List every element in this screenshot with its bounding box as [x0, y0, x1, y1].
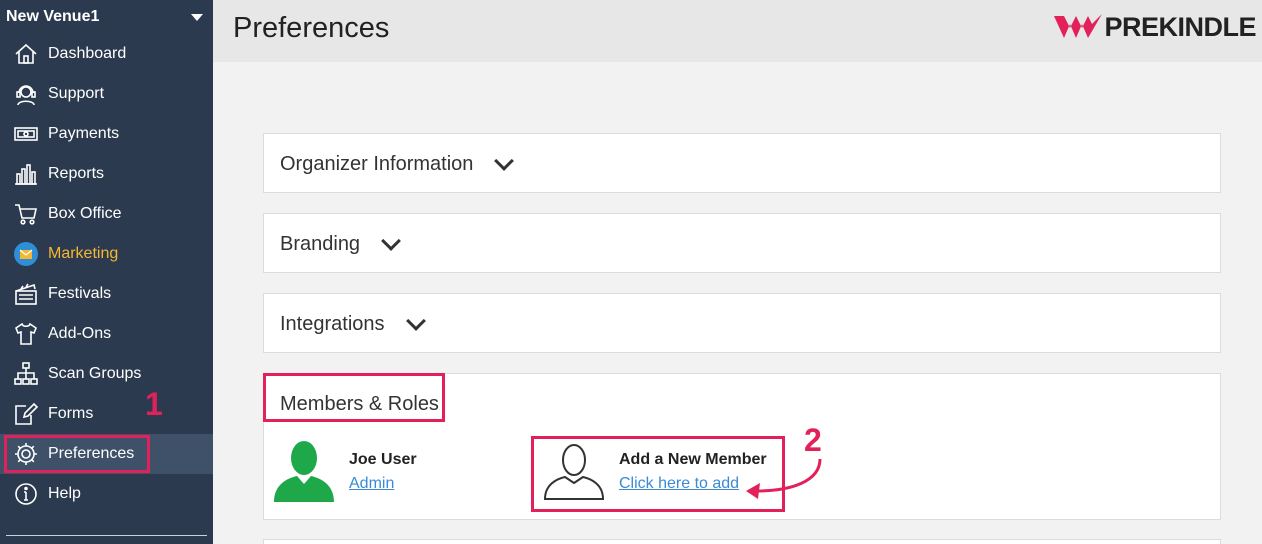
section-organizer-information[interactable]: Organizer Information	[263, 133, 1221, 193]
section-next	[263, 539, 1221, 544]
sidebar-item-label: Dashboard	[48, 45, 127, 62]
hierarchy-icon	[12, 360, 40, 388]
chevron-down-icon[interactable]	[405, 310, 426, 331]
sidebar-item-box-office[interactable]: Box Office	[0, 194, 213, 234]
edit-form-icon	[12, 400, 40, 428]
sidebar-item-marketing[interactable]: Marketing	[0, 234, 213, 274]
chevron-down-icon[interactable]	[381, 230, 401, 251]
sidebar-item-forms[interactable]: Forms	[0, 394, 213, 434]
sidebar-item-help[interactable]: Help	[0, 474, 213, 514]
user-avatar-icon	[274, 441, 334, 502]
mail-icon	[12, 240, 40, 268]
bar-chart-icon	[12, 160, 40, 188]
venue-name: New Venue1	[6, 8, 100, 25]
tshirt-icon	[12, 320, 40, 348]
sidebar-item-label: Box Office	[48, 205, 122, 222]
highlight-box	[263, 373, 445, 422]
info-icon	[12, 480, 40, 508]
sidebar-item-scan-groups[interactable]: Scan Groups	[0, 354, 213, 394]
flame-logo-icon	[1054, 14, 1103, 38]
highlight-box	[4, 435, 150, 473]
section-title: Branding	[280, 233, 361, 255]
member-name: Joe User	[349, 451, 417, 468]
arrow-icon	[746, 458, 822, 499]
chevron-down-icon[interactable]	[494, 150, 515, 171]
sidebar-item-label: Marketing	[48, 245, 119, 262]
sidebar-item-reports[interactable]: Reports	[0, 154, 213, 194]
page-header: Preferences PREKINDLE	[213, 0, 1262, 62]
user-outline-icon	[543, 444, 605, 500]
sidebar-item-dashboard[interactable]: Dashboard	[0, 34, 213, 74]
annotation-1: 1	[145, 386, 163, 422]
cart-icon	[12, 200, 40, 228]
add-member-link[interactable]: Click here to add	[619, 475, 739, 492]
section-title: Integrations	[280, 313, 385, 335]
caret-down-icon[interactable]	[191, 13, 203, 21]
sidebar-item-add-ons[interactable]: Add-Ons	[0, 314, 213, 354]
sidebar-item-label: Reports	[48, 165, 105, 182]
cash-icon	[12, 120, 40, 148]
add-member-card[interactable]: Add a New Member Click here to add	[542, 443, 767, 501]
sidebar-item-label: Support	[48, 85, 105, 102]
annotation-2: 2	[804, 422, 822, 458]
sidebar-item-label: Festivals	[48, 285, 112, 302]
sidebar-item-payments[interactable]: Payments	[0, 114, 213, 154]
sidebar-item-label: Scan Groups	[48, 365, 142, 382]
section-branding[interactable]: Branding	[263, 213, 1221, 273]
sidebar-item-label: Add-Ons	[48, 325, 112, 342]
member-role-link[interactable]: Admin	[349, 475, 394, 492]
section-integrations[interactable]: Integrations	[263, 293, 1221, 353]
divider	[6, 535, 207, 536]
sidebar: New Venue1 Dashboard Support Payments Re…	[0, 0, 213, 544]
prekindle-logo[interactable]: PREKINDLE	[1052, 10, 1256, 44]
home-icon	[12, 40, 40, 68]
sidebar-item-label: Help	[48, 485, 81, 502]
sidebar-item-support[interactable]: Support	[0, 74, 213, 114]
venue-selector[interactable]: New Venue1	[0, 0, 213, 34]
sidebar-item-festivals[interactable]: Festivals	[0, 274, 213, 314]
logo-text: PREKINDLE	[1104, 11, 1256, 42]
headset-icon	[12, 80, 40, 108]
sidebar-item-preferences[interactable]: Preferences	[0, 434, 213, 474]
sidebar-item-label: Forms	[48, 405, 94, 422]
clapperboard-icon	[12, 280, 40, 308]
sidebar-item-label: Payments	[48, 125, 120, 142]
section-title: Organizer Information	[280, 153, 474, 175]
page-title: Preferences	[233, 12, 390, 44]
member-card: Joe User Admin	[272, 440, 417, 502]
